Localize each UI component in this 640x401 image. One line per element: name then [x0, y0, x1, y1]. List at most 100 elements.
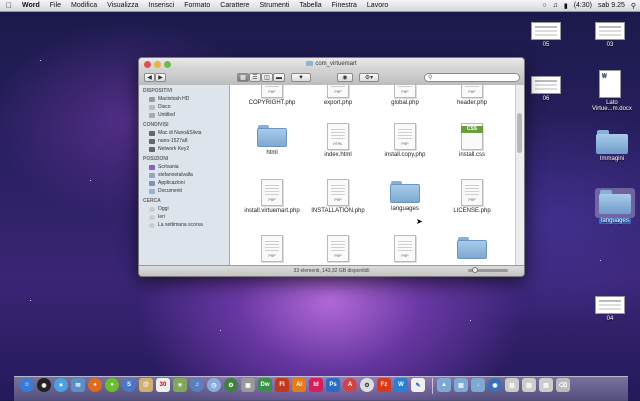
file-item[interactable]: PHP COPYRIGHT.php: [240, 85, 304, 107]
scrollbar-thumb[interactable]: [517, 113, 522, 153]
back-button[interactable]: ◀: [144, 73, 155, 82]
icon-view-button[interactable]: ▦: [237, 73, 249, 82]
file-item[interactable]: PHP global.php: [373, 85, 437, 107]
preview-icon[interactable]: ▣: [241, 378, 255, 392]
desktop-item-05[interactable]: 05: [526, 22, 566, 48]
sidebar-item-untitled[interactable]: Untitled: [139, 111, 229, 119]
menu-lavoro[interactable]: Lavoro: [367, 2, 388, 9]
stack-icon[interactable]: ▤: [539, 378, 553, 392]
flash-icon[interactable]: Fl: [275, 378, 289, 392]
file-item[interactable]: PHP LICENSE.php: [440, 179, 504, 215]
search-input[interactable]: [434, 74, 515, 81]
column-view-button[interactable]: ◫: [261, 73, 273, 82]
sidebar-item-mac[interactable]: Mac di Nuno&Silvia: [139, 129, 229, 137]
file-item[interactable]: PHP export.php: [306, 85, 370, 107]
dreamweaver-icon[interactable]: Dw: [258, 378, 272, 392]
list-view-button[interactable]: ☰: [249, 73, 261, 82]
window-titlebar[interactable]: com_virtuemart: [139, 58, 524, 71]
menu-file[interactable]: File: [50, 2, 61, 9]
sidebar-item-macintosh-hd[interactable]: Macintosh HD: [139, 95, 229, 103]
file-item[interactable]: PHP header.php: [440, 85, 504, 107]
menu-formato[interactable]: Formato: [184, 2, 210, 9]
file-item[interactable]: [440, 235, 504, 262]
file-item[interactable]: PHP: [373, 235, 437, 262]
file-item[interactable]: languages: [373, 179, 437, 213]
wifi-icon[interactable]: ○: [542, 2, 546, 9]
system-preferences-icon[interactable]: ⚙: [224, 378, 238, 392]
action-gear-icon[interactable]: ⚙▾: [359, 73, 379, 82]
sidebar-item-applicazioni[interactable]: Applicazioni: [139, 179, 229, 187]
menu-tabella[interactable]: Tabella: [299, 2, 321, 9]
clock[interactable]: sab 9.25: [598, 2, 625, 9]
sidebar-item-scrivania[interactable]: Scrivania: [139, 163, 229, 171]
menu-finestra[interactable]: Finestra: [332, 2, 357, 9]
network-icon[interactable]: ◉: [488, 378, 502, 392]
icon-size-slider[interactable]: [468, 267, 508, 273]
volume-icon[interactable]: ♫: [553, 2, 558, 9]
coverflow-view-button[interactable]: ▬: [273, 73, 285, 82]
trash-icon[interactable]: ⌫: [556, 378, 570, 392]
sidebar-item-disco[interactable]: Disco: [139, 103, 229, 111]
sidebar-item-network[interactable]: Network Key2: [139, 145, 229, 153]
apple-menu-icon[interactable]: : [6, 1, 16, 10]
file-item[interactable]: CSS install.css: [440, 123, 504, 159]
sidebar-item-nuno[interactable]: nuno-1527a8: [139, 137, 229, 145]
itunes-icon[interactable]: ♫: [190, 378, 204, 392]
sidebar-item-documenti[interactable]: Documenti: [139, 187, 229, 195]
desktop-item-04[interactable]: 04: [590, 296, 630, 322]
dashboard-icon[interactable]: ◉: [37, 378, 51, 392]
desktop-item-word-doc[interactable]: W Lato Virtue...m.docx: [590, 70, 632, 112]
menu-carattere[interactable]: Carattere: [220, 2, 249, 9]
quicklook-button[interactable]: ▼: [291, 73, 311, 82]
illustrator-icon[interactable]: Ai: [292, 378, 306, 392]
sidebar-item-ieri[interactable]: Ieri: [139, 213, 229, 221]
stack-icon[interactable]: ▤: [522, 378, 536, 392]
file-item[interactable]: PHP INSTALLATION.php: [306, 179, 370, 215]
file-item[interactable]: PHP: [240, 235, 304, 262]
file-item[interactable]: PHP install.virtuemart.php: [240, 179, 304, 215]
spotlight-icon[interactable]: ⚲: [631, 2, 636, 10]
filezilla-icon[interactable]: Fz: [377, 378, 391, 392]
menu-modifica[interactable]: Modifica: [71, 2, 97, 9]
desktop-item-03[interactable]: 03: [590, 22, 630, 48]
desktop-item-06[interactable]: 06: [526, 76, 566, 102]
forward-button[interactable]: ▶: [155, 73, 166, 82]
sidebar-item-oggi[interactable]: Oggi: [139, 205, 229, 213]
menu-strumenti[interactable]: Strumenti: [259, 2, 289, 9]
slider-knob[interactable]: [472, 267, 478, 273]
finder-icon[interactable]: ☺: [20, 378, 34, 392]
menu-word[interactable]: Word: [22, 2, 40, 9]
desktop-item-languages[interactable]: languages: [595, 188, 635, 224]
eye-icon[interactable]: ◉: [337, 73, 353, 82]
vertical-scrollbar[interactable]: [515, 85, 524, 266]
time-machine-icon[interactable]: ◷: [207, 378, 221, 392]
utility-icon[interactable]: ⚙: [360, 378, 374, 392]
battery-icon[interactable]: ▮: [564, 2, 568, 10]
file-item[interactable]: PHP install.copy.php: [373, 123, 437, 159]
address-book-icon[interactable]: @: [139, 378, 153, 392]
safari-icon[interactable]: ✶: [54, 378, 68, 392]
firefox-icon[interactable]: ●: [88, 378, 102, 392]
iphoto-icon[interactable]: ☀: [173, 378, 187, 392]
sidebar-item-home[interactable]: stefanoetalvalla: [139, 171, 229, 179]
desktop-item-immagini[interactable]: Immagini: [592, 130, 632, 162]
file-item[interactable]: html: [240, 123, 304, 157]
ichat-icon[interactable]: ●: [105, 378, 119, 392]
menu-visualizza[interactable]: Visualizza: [107, 2, 138, 9]
file-item[interactable]: HTML index.html: [306, 123, 370, 159]
search-field[interactable]: ⚲: [424, 73, 520, 82]
documents-folder-icon[interactable]: ▤: [454, 378, 468, 392]
sidebar-item-settimana[interactable]: La settimana scorsa: [139, 221, 229, 229]
applications-folder-icon[interactable]: ▲: [437, 378, 451, 392]
skype-icon[interactable]: S: [122, 378, 136, 392]
acrobat-icon[interactable]: A: [343, 378, 357, 392]
mail-icon[interactable]: ✉: [71, 378, 85, 392]
file-item[interactable]: PHP: [306, 235, 370, 262]
word-icon[interactable]: W: [394, 378, 408, 392]
photoshop-icon[interactable]: Ps: [326, 378, 340, 392]
menu-inserisci[interactable]: Inserisci: [149, 2, 175, 9]
text-edit-icon[interactable]: ✎: [411, 378, 425, 392]
ical-icon[interactable]: 30: [156, 378, 170, 392]
indesign-icon[interactable]: Id: [309, 378, 323, 392]
stack-icon[interactable]: ▤: [505, 378, 519, 392]
